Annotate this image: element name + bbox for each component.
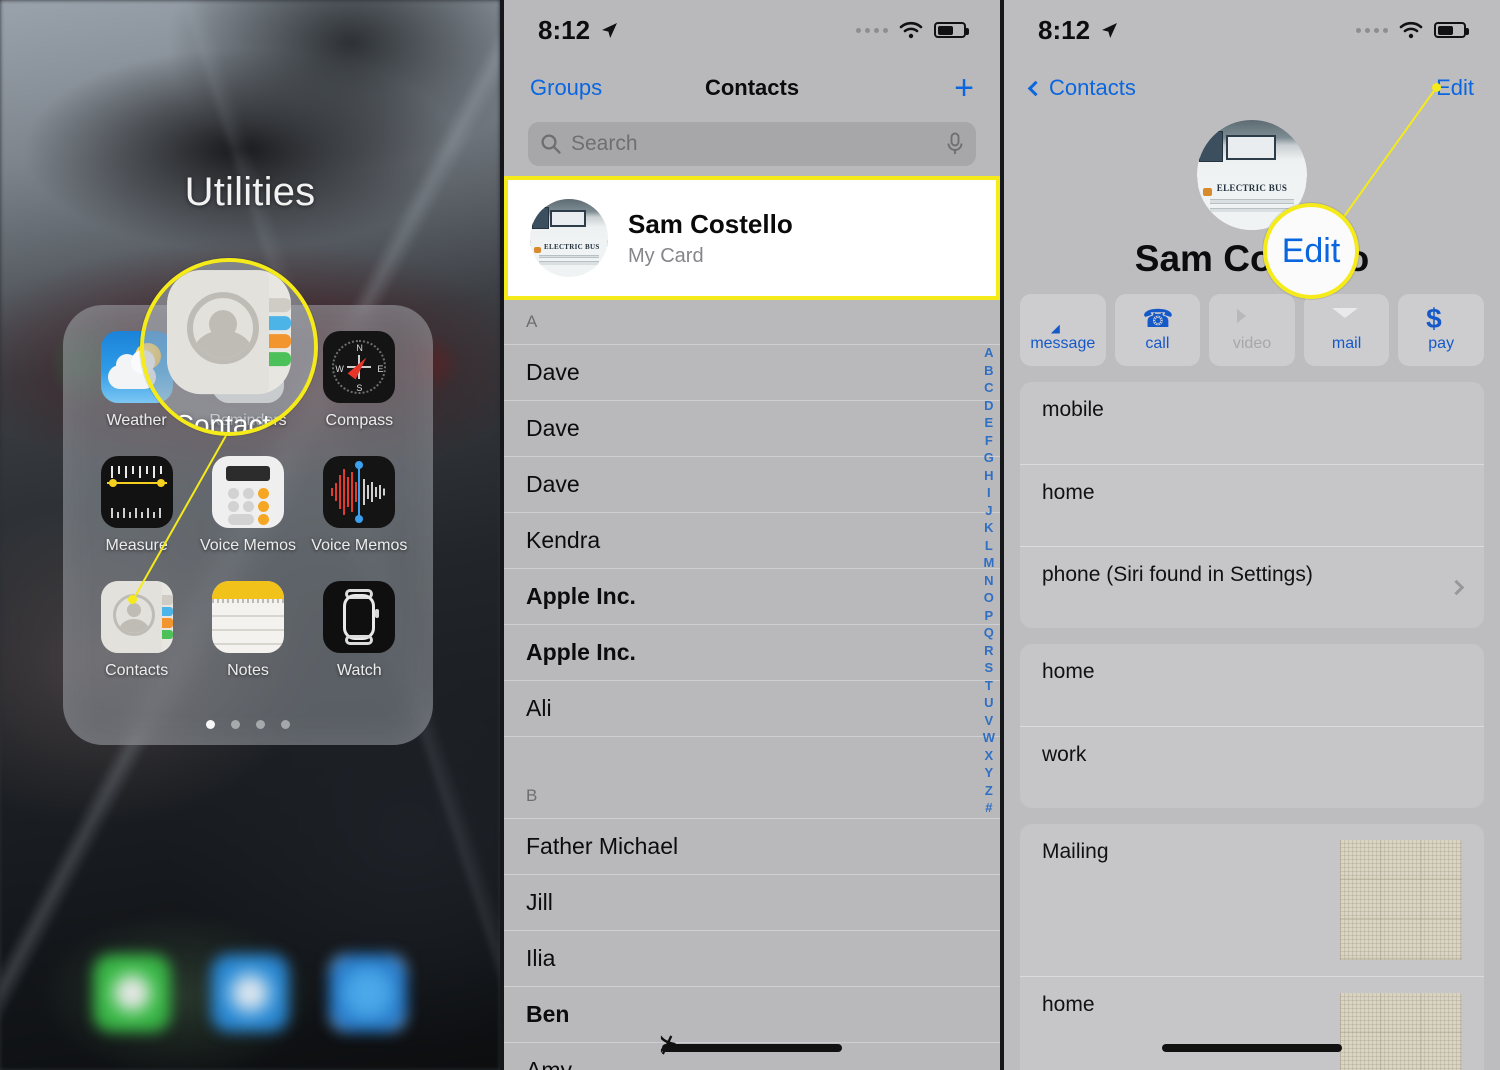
index-letter[interactable]: I [987, 484, 991, 502]
groups-button[interactable]: Groups [530, 75, 602, 101]
section-header: A [526, 312, 538, 331]
wifi-icon [899, 21, 923, 39]
search-input[interactable]: Search [571, 132, 937, 156]
index-letter[interactable]: L [985, 537, 993, 555]
index-letter[interactable]: N [984, 572, 993, 590]
index-letter[interactable]: O [984, 589, 994, 607]
edit-callout-leader-line [1000, 0, 1500, 1070]
panel-contacts-list: 8:12 Groups Contacts + Search ELECTRIC B… [500, 0, 1000, 1070]
index-letter[interactable]: M [983, 554, 994, 572]
signal-dots-icon [856, 27, 888, 33]
index-letter[interactable]: P [985, 607, 994, 625]
callout-contacts-zoom: Contacts [140, 258, 318, 436]
leader-endpoint-dot [1432, 83, 1441, 92]
contact-row[interactable]: Apple Inc. [504, 624, 1000, 680]
index-letter[interactable]: G [984, 449, 994, 467]
index-letter[interactable]: E [985, 414, 994, 432]
index-letter[interactable]: F [985, 432, 993, 450]
index-letter[interactable]: V [985, 712, 994, 730]
index-letter[interactable]: J [985, 502, 992, 520]
status-indicators [856, 21, 969, 39]
partial-glyph: ⊁ [659, 1031, 678, 1056]
microphone-icon[interactable] [946, 132, 964, 156]
index-letter[interactable]: B [984, 362, 993, 380]
home-indicator[interactable]: ⊁ [504, 1031, 1000, 1056]
index-letter[interactable]: W [983, 729, 995, 747]
battery-icon [934, 22, 969, 38]
index-letter[interactable]: # [985, 799, 992, 817]
section-spacer [504, 736, 1000, 774]
index-letter[interactable]: S [985, 659, 994, 677]
contact-row[interactable]: Father Michael [504, 818, 1000, 874]
contact-name: Sam Costello [628, 208, 793, 239]
contact-row[interactable]: Apple Inc. [504, 568, 1000, 624]
leader-endpoint-dot [128, 595, 137, 604]
index-letter[interactable]: H [984, 467, 993, 485]
status-time: 8:12 [538, 14, 591, 45]
alphabet-index[interactable]: A B C D E F G H I J K L M N O P Q R S T U V W X Y Z # [983, 344, 995, 817]
contacts-icon [167, 269, 291, 394]
callout-label: Edit [1281, 231, 1341, 270]
index-letter[interactable]: Y [985, 764, 994, 782]
contact-row[interactable]: Jill [504, 874, 1000, 930]
index-letter[interactable]: Q [984, 624, 994, 642]
search-icon [541, 134, 561, 154]
contact-row[interactable]: Kendra [504, 512, 1000, 568]
contact-row[interactable]: Ali [504, 680, 1000, 736]
index-letter[interactable]: T [985, 677, 993, 695]
index-letter[interactable]: C [984, 379, 993, 397]
contact-row[interactable]: Dave [504, 456, 1000, 512]
location-arrow-icon [602, 23, 618, 38]
contact-row[interactable]: Ilia [504, 930, 1000, 986]
index-letter[interactable]: R [984, 642, 993, 660]
contact-row[interactable]: Dave [504, 344, 1000, 400]
status-time-group: 8:12 [538, 15, 619, 46]
panel-homescreen: Utilities Weather Reminders [0, 0, 500, 1070]
contact-row[interactable]: Ben [504, 986, 1000, 1042]
avatar: ELECTRIC BUS [530, 199, 608, 277]
screenshot-stage: Utilities Weather Reminders [0, 0, 1500, 1070]
my-card-row[interactable]: ELECTRIC BUS Sam Costello My Card [504, 176, 1000, 300]
callout-label: Contacts [173, 407, 285, 436]
section-header: B [526, 786, 538, 805]
status-bar: 8:12 [504, 0, 1000, 60]
index-letter[interactable]: X [985, 747, 994, 765]
index-letter[interactable]: D [984, 397, 993, 415]
index-letter[interactable]: U [984, 694, 993, 712]
callout-edit-zoom: Edit [1263, 203, 1359, 299]
index-letter[interactable]: Z [985, 782, 993, 800]
contact-row[interactable]: Dave [504, 400, 1000, 456]
my-card-subtitle: My Card [628, 244, 704, 267]
callout-leader-line [0, 0, 500, 1070]
contacts-navbar: Groups Contacts + [504, 60, 1000, 116]
search-bar[interactable]: Search [528, 122, 976, 166]
contact-list[interactable]: A Dave Dave Dave Kendra Apple Inc. Apple Inc. A… [504, 300, 1000, 1070]
index-letter[interactable]: K [984, 519, 993, 537]
index-letter[interactable]: A [984, 344, 993, 362]
